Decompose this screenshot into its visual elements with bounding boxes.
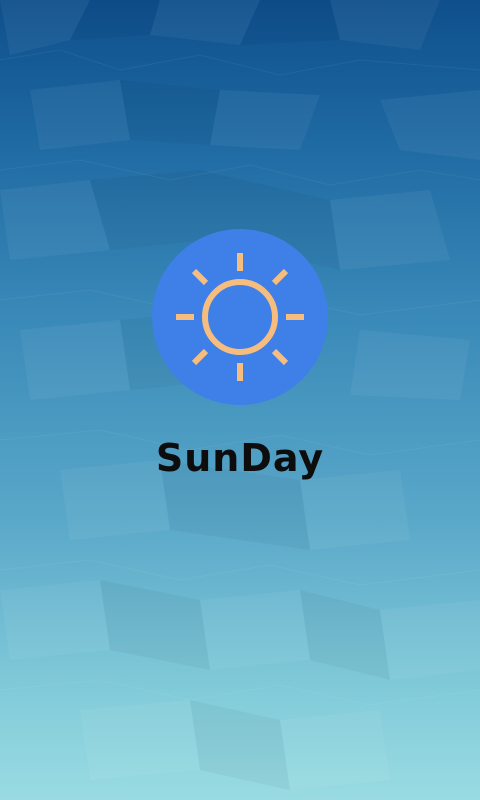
app-logo xyxy=(152,229,328,405)
app-name: SunDay xyxy=(155,436,325,480)
sun-icon xyxy=(176,253,304,381)
splash-screen: SunDay xyxy=(0,0,480,800)
